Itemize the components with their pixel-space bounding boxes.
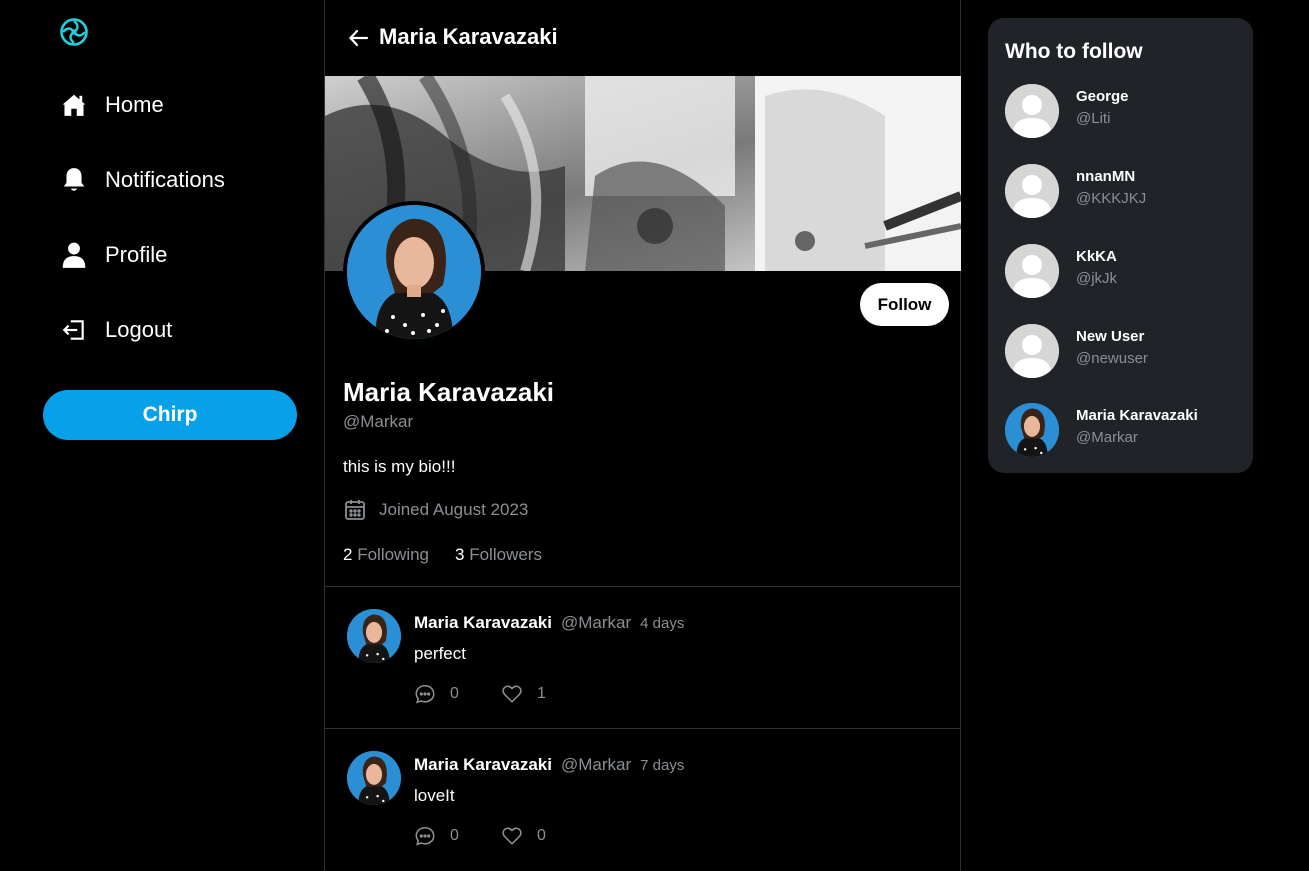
suggested-user[interactable]: New User @newuser [1005,324,1245,378]
suggested-user-handle: @KKKJKJ [1076,190,1147,207]
following-link[interactable]: 2 Following [343,545,429,565]
profile-column: Maria Karavazaki Follow Maria Karavazaki… [324,0,961,871]
avatar[interactable] [347,609,401,663]
profile-name: Maria Karavazaki [343,377,555,407]
sidebar-item-notifications[interactable]: Notifications [60,160,225,200]
suggested-user-handle: @newuser [1076,350,1148,367]
suggested-user-handle: @Markar [1076,429,1138,446]
post-item[interactable]: Maria Karavazaki @Markar 7 days loveIt 0… [325,728,961,870]
followers-link[interactable]: 3 Followers [455,545,542,565]
follow-stats: 2 Following 3 Followers [343,545,568,565]
default-avatar-icon [1005,244,1059,298]
suggested-user-name: New User [1076,328,1145,345]
post-text: perfect [414,644,466,663]
suggested-user-handle: @jkJk [1076,270,1118,287]
post-header: Maria Karavazaki @Markar 7 days [414,755,684,775]
page-title: Maria Karavazaki [379,24,558,49]
profile-header: Maria Karavazaki [325,0,961,76]
heart-icon [502,685,522,703]
like-count: 0 [537,827,546,844]
suggested-user[interactable]: George @Liti [1005,84,1245,138]
suggested-user[interactable]: nnanMN @KKKJKJ [1005,164,1245,218]
followers-count: 3 [455,545,465,564]
sidebar-item-label: Home [105,92,164,117]
like-count: 1 [537,685,546,702]
user-icon [60,241,88,269]
suggested-user-name: Maria Karavazaki [1076,407,1198,424]
who-to-follow-panel: Who to follow George @Liti nnanMN @KKKJK… [988,18,1253,473]
suggested-user-handle: @Liti [1076,110,1111,127]
suggested-user-name: nnanMN [1076,168,1136,185]
post-timestamp: 4 days [640,615,685,632]
sidebar-item-label: Profile [105,242,168,267]
post-handle: @Markar [560,613,632,632]
comment-button[interactable]: 0 [414,683,501,705]
post-author[interactable]: Maria Karavazaki [414,613,552,633]
logout-icon [60,316,88,344]
avatar [1005,403,1059,457]
suggested-user[interactable]: KkKA @jkJk [1005,244,1245,298]
post-actions: 0 0 [414,825,546,847]
profile-avatar-photo [347,205,481,339]
post-handle: @Markar [560,755,632,774]
suggested-user[interactable]: Maria Karavazaki @Markar [1005,403,1245,457]
followers-label: Followers [469,545,542,564]
follow-button[interactable]: Follow [860,283,949,326]
sidebar-item-home[interactable]: Home [60,85,164,125]
suggested-user-name: KkKA [1076,248,1117,265]
chirp-logo-icon[interactable] [59,17,89,47]
home-icon [60,91,88,119]
like-button[interactable]: 0 [501,825,546,847]
sidebar: Home Notifications Profile Logout Chirp [0,0,325,871]
joined-date: Joined August 2023 [343,498,528,522]
post-timestamp: 7 days [640,757,685,774]
comment-count: 0 [450,827,459,844]
post-item[interactable]: Maria Karavazaki @Markar 4 days perfect … [325,586,961,728]
joined-text: Joined August 2023 [379,500,529,519]
comment-icon [415,684,435,704]
heart-icon [502,827,522,845]
post-actions: 0 1 [414,683,546,705]
profile-bio: this is my bio!!! [343,457,456,476]
suggested-user-name: George [1076,88,1129,105]
sidebar-item-profile[interactable]: Profile [60,235,167,275]
profile-handle: @Markar [343,412,414,431]
following-label: Following [357,545,430,564]
post-text: loveIt [414,786,455,805]
chirp-button[interactable]: Chirp [43,390,297,440]
who-to-follow-title: Who to follow [1005,40,1143,63]
post-author[interactable]: Maria Karavazaki [414,755,552,775]
avatar[interactable] [347,751,401,805]
post-header: Maria Karavazaki @Markar 4 days [414,613,684,633]
sidebar-item-logout[interactable]: Logout [60,310,172,350]
app-root: Home Notifications Profile Logout Chirp [0,0,1309,871]
default-avatar-icon [1005,324,1059,378]
sidebar-item-label: Notifications [105,167,225,192]
calendar-icon [343,498,367,522]
comment-icon [415,826,435,846]
default-avatar-icon [1005,164,1059,218]
profile-avatar[interactable] [343,201,485,343]
default-avatar-icon [1005,84,1059,138]
sidebar-item-label: Logout [105,317,173,342]
bell-icon [60,166,88,194]
back-arrow-icon[interactable] [347,26,371,50]
comment-count: 0 [450,685,459,702]
like-button[interactable]: 1 [501,683,546,705]
comment-button[interactable]: 0 [414,825,501,847]
following-count: 2 [343,545,353,564]
